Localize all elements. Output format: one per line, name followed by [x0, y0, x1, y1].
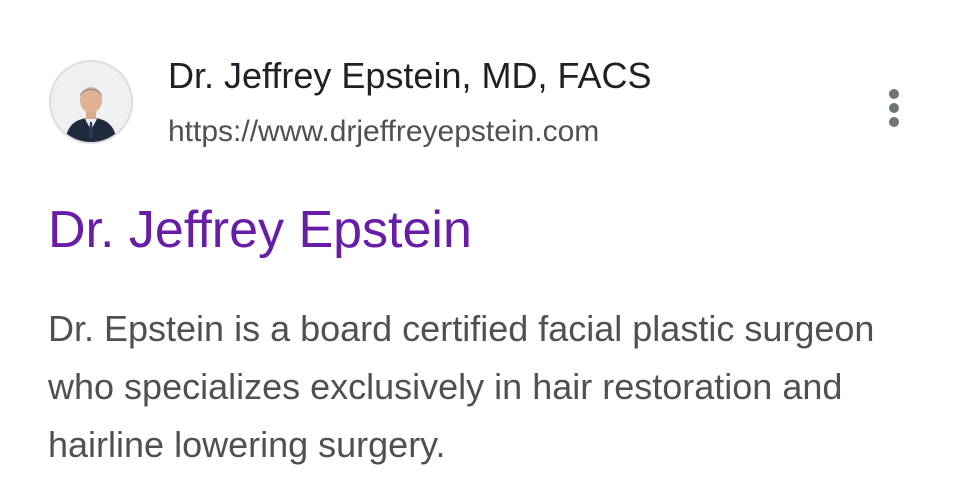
- result-title-link[interactable]: Dr. Jeffrey Epstein: [48, 198, 472, 262]
- result-snippet: Dr. Epstein is a board certified facial …: [48, 308, 875, 465]
- site-name[interactable]: Dr. Jeffrey Epstein, MD, FACS: [168, 54, 652, 98]
- search-result: Dr. Jeffrey Epstein, MD, FACS https://ww…: [0, 0, 960, 499]
- more-options-button[interactable]: [874, 84, 914, 132]
- site-favicon-icon[interactable]: [49, 60, 133, 144]
- site-url[interactable]: https://www.drjeffreyepstein.com: [168, 114, 599, 150]
- doctor-portrait-image: [51, 62, 131, 142]
